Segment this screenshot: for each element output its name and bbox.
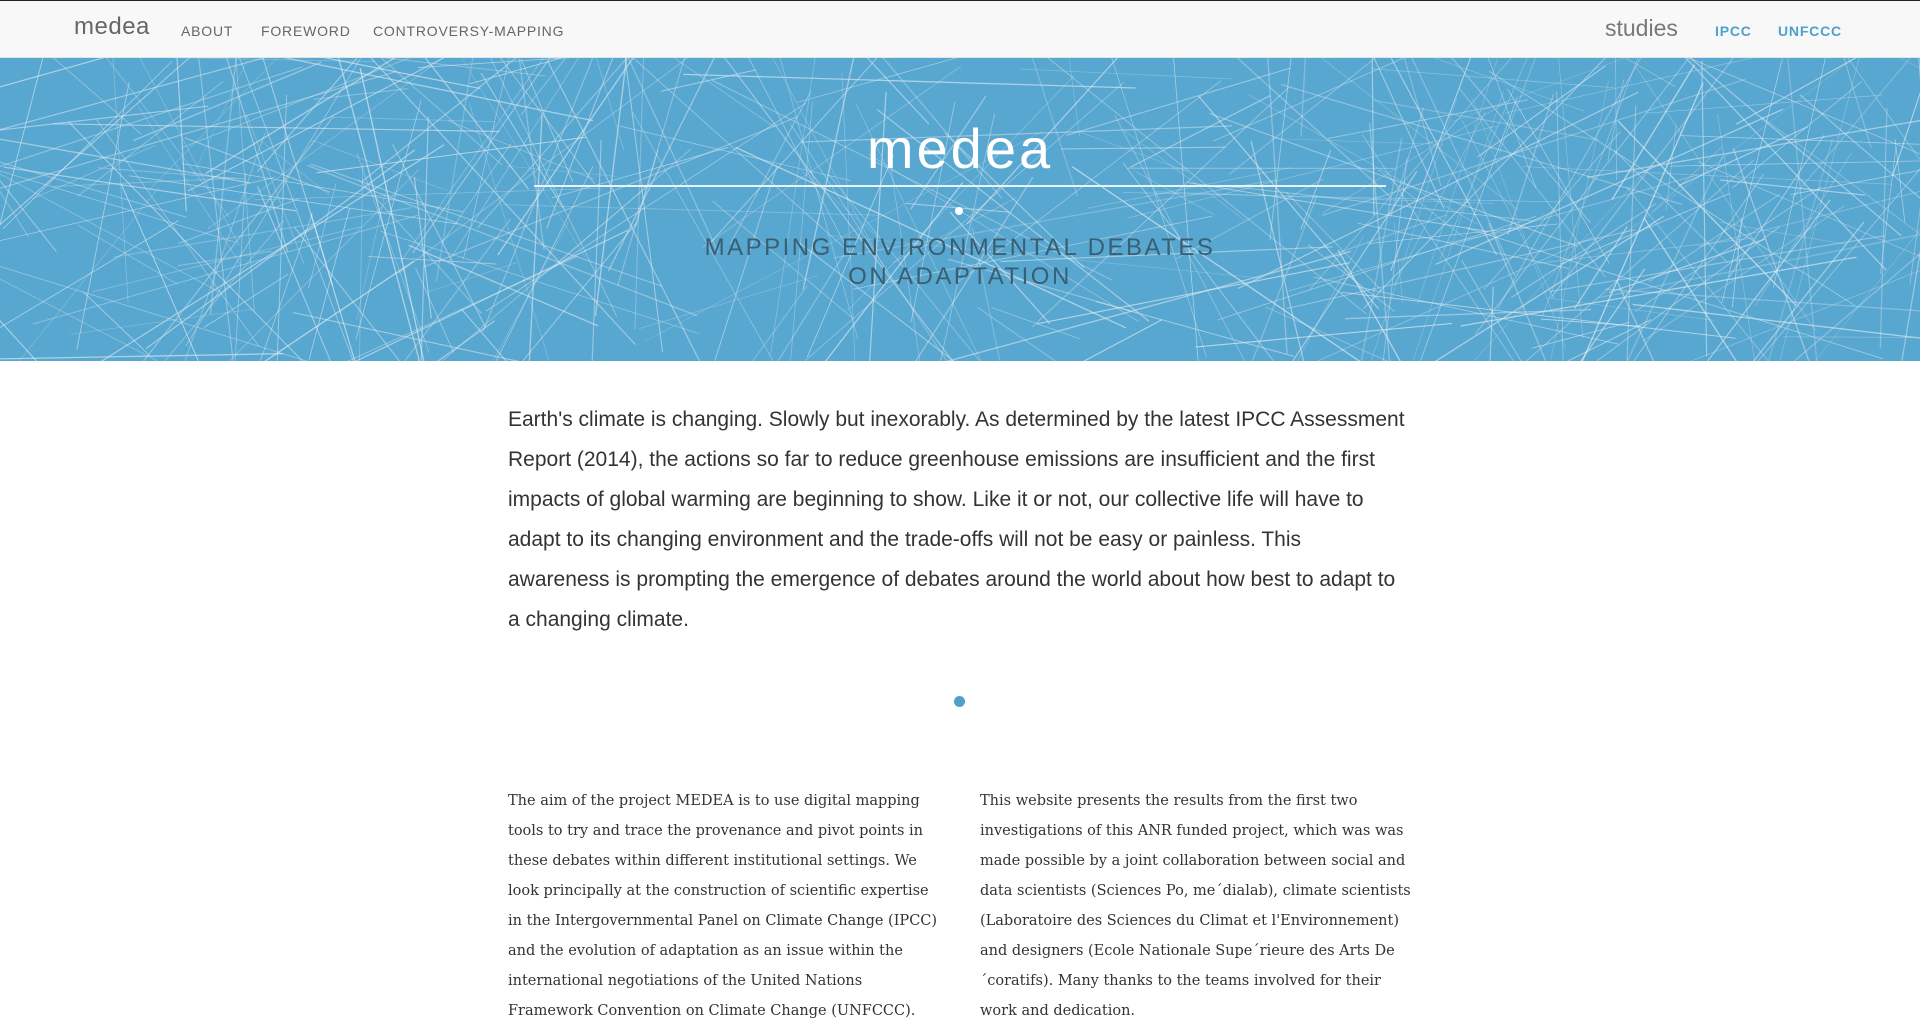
intro-lead-paragraph: Earth's climate is changing. Slowly but …: [508, 400, 1406, 640]
hero-dot: [955, 207, 963, 215]
intro-column-left: The aim of the project MEDEA is to use d…: [508, 786, 940, 1026]
study-link-unfccc[interactable]: UNFCCC: [1778, 23, 1842, 39]
section-separator-dot: [954, 696, 965, 707]
nav-link-about[interactable]: ABOUT: [181, 23, 233, 39]
hero-title: medea: [0, 116, 1920, 181]
studies-label[interactable]: studies: [1605, 15, 1678, 42]
hero-subtitle: MAPPING ENVIRONMENTAL DEBATES ON ADAPTAT…: [0, 233, 1920, 291]
hero-banner: medea MAPPING ENVIRONMENTAL DEBATES ON A…: [0, 58, 1920, 361]
nav-link-foreword[interactable]: FOREWORD: [261, 23, 351, 39]
hero-divider: [534, 185, 1386, 187]
nav-link-controversy-mapping[interactable]: CONTROVERSY-MAPPING: [373, 23, 564, 39]
intro-column-right: This website presents the results from t…: [980, 786, 1412, 1026]
study-link-ipcc[interactable]: IPCC: [1715, 23, 1752, 39]
hero-subtitle-line-2: ON ADAPTATION: [0, 262, 1920, 291]
top-navbar: medea ABOUT FOREWORD CONTROVERSY-MAPPING…: [0, 0, 1920, 58]
brand-logo-link[interactable]: medea: [74, 13, 150, 41]
hero-subtitle-line-1: MAPPING ENVIRONMENTAL DEBATES: [0, 233, 1920, 262]
